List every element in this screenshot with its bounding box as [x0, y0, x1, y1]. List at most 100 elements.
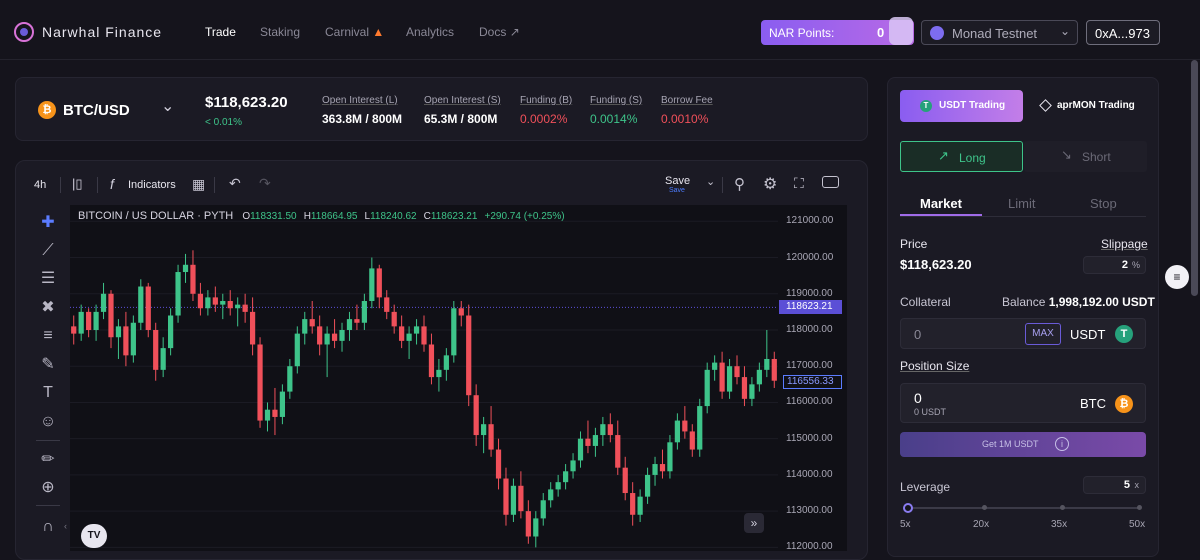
collateral-input[interactable]: 0 MAX USDT T — [900, 318, 1146, 349]
nav-carnival-label: Carnival — [325, 25, 370, 39]
y-tick-label: 114000.00 — [786, 468, 833, 480]
collateral-label: Collateral — [900, 295, 951, 309]
divider — [36, 440, 60, 441]
candle-body — [339, 329, 345, 341]
candle-body — [756, 369, 762, 385]
zoom-in-icon[interactable]: ⊕ — [38, 478, 58, 498]
position-size-input[interactable]: 0 0 USDT BTC ₿ — [900, 383, 1146, 423]
candle-body — [175, 272, 181, 316]
fullscreen-icon[interactable]: ⛶ — [794, 175, 804, 192]
save-chevron-down-icon[interactable]: ⌄ — [706, 175, 715, 188]
horizontal-lines-icon[interactable]: ☰ — [38, 269, 58, 289]
candle-body — [399, 326, 405, 341]
quick-search-icon[interactable]: ⚲ — [734, 175, 745, 193]
oi-long-label: Open Interest (L) — [322, 95, 398, 106]
network-selector[interactable]: Monad Testnet ⌄ — [921, 20, 1078, 45]
candle-body — [592, 435, 599, 446]
borrow-fee-label: Borrow Fee — [661, 95, 713, 106]
nav-analytics[interactable]: Analytics — [406, 25, 454, 39]
candles-type-icon[interactable]: |▯ — [72, 176, 83, 192]
price-chart[interactable] — [70, 205, 847, 551]
y-tick-label: 116000.00 — [786, 396, 833, 408]
fib-icon[interactable]: ≡ — [38, 326, 58, 346]
page-scrollbar[interactable] — [1191, 60, 1198, 296]
balance-display: Balance 1,998,192.00 USDT — [1002, 295, 1155, 309]
nav-docs[interactable]: Docs ↗ — [479, 25, 520, 39]
camera-icon[interactable] — [822, 176, 839, 188]
y-tick-label: 120000.00 — [786, 251, 834, 263]
divider — [97, 177, 98, 193]
candle-body — [548, 489, 554, 501]
pair-chevron-down-icon[interactable]: ⌄ — [161, 96, 174, 116]
trend-line-icon[interactable]: ⟋ — [38, 241, 58, 261]
long-button-label: Long — [959, 151, 986, 165]
slippage-label[interactable]: Slippage — [1101, 237, 1148, 251]
pair-selector[interactable]: BTC/USD — [63, 102, 130, 119]
nar-points-badge[interactable]: NAR Points: 0 — [761, 17, 914, 45]
pattern-icon[interactable]: ✖ — [38, 298, 58, 318]
templates-grid-icon[interactable]: ▦ — [192, 176, 205, 193]
tab-usdt-trading[interactable]: T USDT Trading — [900, 90, 1023, 122]
indicators-button[interactable]: Indicators — [128, 179, 176, 191]
candle-body — [354, 319, 360, 323]
oi-long-value: 363.8M / 800M — [322, 112, 403, 126]
narwhal-logo-icon[interactable] — [14, 22, 34, 42]
scroll-to-latest-icon[interactable]: » — [744, 513, 764, 533]
magnet-icon[interactable]: ∩ — [38, 517, 58, 537]
nav-trade[interactable]: Trade — [205, 25, 236, 39]
candle-body — [145, 286, 151, 330]
position-size-value: 0 — [914, 390, 922, 406]
emoji-icon[interactable]: ☺ — [38, 412, 58, 432]
function-icon[interactable]: f — [110, 176, 114, 192]
candle-body — [726, 366, 733, 392]
candle-body — [503, 478, 509, 515]
save-sub-label: Save — [669, 187, 685, 194]
candle-body — [115, 326, 122, 338]
price-label: Price — [900, 237, 928, 251]
brand-name[interactable]: Narwhal Finance — [42, 24, 162, 40]
tab-market[interactable]: Market — [920, 196, 962, 211]
candle-body — [279, 391, 286, 417]
tether-icon: T — [1115, 325, 1133, 343]
candle-body — [607, 424, 613, 436]
text-tool-icon[interactable]: T — [38, 383, 58, 403]
expand-chevron-icon[interactable]: ‹ — [64, 521, 67, 531]
candle-body — [600, 424, 606, 436]
candle-body — [712, 362, 718, 370]
candle-body — [100, 293, 107, 312]
candle-body — [525, 511, 531, 537]
brush-icon[interactable]: ✎ — [38, 355, 58, 375]
max-button[interactable]: MAX — [1025, 323, 1061, 345]
leverage-slider-handle[interactable] — [903, 503, 913, 513]
short-button[interactable]: ↘ Short — [1024, 141, 1147, 172]
candle-body — [264, 409, 271, 421]
interval-selector[interactable]: 4h — [34, 179, 46, 191]
nav-carnival[interactable]: Carnival ▲ — [325, 25, 384, 39]
candle-body — [443, 355, 449, 370]
tradingview-logo-icon[interactable]: TV — [81, 524, 107, 548]
tab-limit[interactable]: Limit — [1008, 196, 1035, 211]
redo-icon[interactable]: ↷ — [259, 175, 271, 192]
save-button[interactable]: Save — [665, 175, 690, 187]
candle-body — [384, 297, 390, 312]
settings-gear-icon[interactable]: ⚙ — [763, 174, 777, 194]
long-button[interactable]: ↗ Long — [900, 141, 1023, 172]
candle-body — [577, 438, 584, 461]
crosshair-icon[interactable]: ✚ — [38, 213, 58, 233]
borrow-fee-value: 0.0010% — [661, 112, 709, 126]
candle-body — [697, 406, 703, 450]
tab-stop[interactable]: Stop — [1090, 196, 1117, 211]
divider — [60, 177, 61, 193]
leverage-slider[interactable] — [903, 503, 1142, 513]
side-menu-button[interactable]: ≡ — [1165, 265, 1189, 289]
get-usdt-button[interactable]: Get 1M USDT i — [900, 432, 1146, 457]
ruler-icon[interactable]: ✏ — [38, 450, 58, 470]
undo-icon[interactable]: ↶ — [229, 175, 241, 192]
candle-body — [391, 311, 397, 327]
wallet-button[interactable]: 0xA...973 — [1086, 20, 1160, 45]
tab-aprmon-trading[interactable]: aprMON Trading — [1024, 90, 1147, 122]
nav-staking[interactable]: Staking — [260, 25, 300, 39]
slippage-input[interactable]: 2 % — [1083, 256, 1146, 274]
candle-body — [771, 358, 777, 381]
leverage-input[interactable]: 5 x — [1083, 476, 1146, 494]
